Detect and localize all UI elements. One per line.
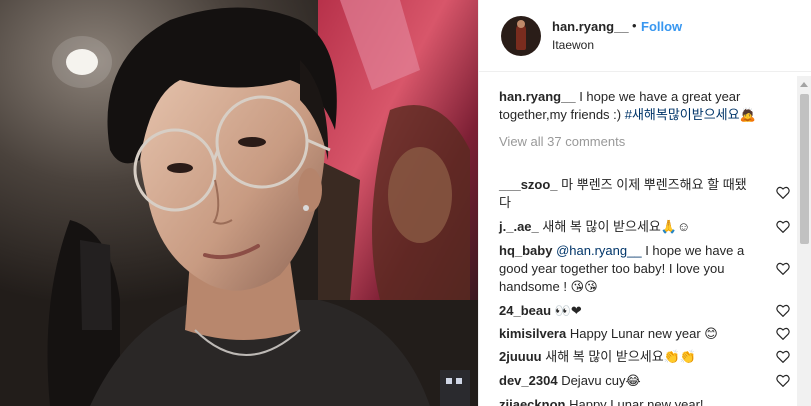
caption-emoji: 🙇	[739, 107, 756, 122]
comment-username[interactable]: dev_2304	[499, 373, 558, 388]
comment-row: ___szoo_ 마 뿌렌즈 이제 뿌렌즈해요 할 때됐다	[499, 176, 790, 212]
heart-icon[interactable]	[776, 220, 790, 233]
location-link[interactable]: Itaewon	[552, 38, 594, 52]
comment-text: Happy Lunar new year 😊	[569, 326, 718, 341]
follow-button[interactable]: Follow	[641, 19, 682, 34]
comment-username[interactable]: ___szoo_	[499, 177, 558, 192]
post-caption: han.ryang__ I hope we have a great year …	[499, 88, 781, 124]
avatar[interactable]	[501, 16, 541, 56]
heart-icon[interactable]	[776, 327, 790, 340]
separator-dot: •	[632, 18, 637, 33]
comment-username[interactable]: 2juuuu	[499, 349, 542, 364]
post-sidebar: han.ryang__ • Follow Itaewon han.ryang__…	[478, 0, 811, 406]
comment-username[interactable]: 24_beau	[499, 303, 551, 318]
comment-username[interactable]: ziiaecknon	[499, 397, 565, 406]
caption-username[interactable]: han.ryang__	[499, 89, 576, 104]
comment-username[interactable]: j._.ae_	[499, 219, 539, 234]
comment-row: j._.ae_ 새해 복 많이 받으세요🙏☺	[499, 218, 790, 236]
heart-icon[interactable]	[776, 186, 790, 199]
comment-username[interactable]: hq_baby	[499, 243, 552, 258]
post-header: han.ryang__ • Follow Itaewon	[479, 0, 811, 72]
heart-icon[interactable]	[776, 350, 790, 363]
comment-text: 👀❤	[554, 303, 582, 318]
comment-row: kimisilvera Happy Lunar new year 😊	[499, 325, 790, 343]
comment-text: Dejavu cuy😂	[561, 373, 641, 388]
comment-row: 24_beau 👀❤	[499, 302, 790, 320]
comment-username[interactable]: kimisilvera	[499, 326, 566, 341]
caption-block: han.ryang__ I hope we have a great year …	[499, 88, 781, 149]
comment-row: ziiaecknon Happy Lunar new year!	[499, 396, 789, 406]
comment-row: 2juuuu 새해 복 많이 받으세요👏👏	[499, 348, 790, 366]
comment-mention[interactable]: @han.ryang__	[556, 243, 641, 258]
selfie-image	[0, 0, 478, 406]
view-all-comments-link[interactable]: View all 37 comments	[499, 134, 781, 149]
comment-row: hq_baby @han.ryang__ I hope we have a go…	[499, 242, 790, 296]
heart-icon[interactable]	[776, 304, 790, 317]
comment-text: 새해 복 많이 받으세요🙏☺	[542, 219, 691, 234]
heart-icon[interactable]	[776, 262, 790, 275]
comment-row: dev_2304 Dejavu cuy😂	[499, 372, 790, 390]
caption-hashtag[interactable]: #새해복많이받으세요	[625, 107, 740, 122]
post-photo[interactable]	[0, 0, 478, 406]
username-link[interactable]: han.ryang__	[552, 19, 629, 34]
heart-icon[interactable]	[776, 374, 790, 387]
scrollbar-thumb[interactable]	[800, 94, 809, 244]
scroll-up-arrow-icon[interactable]	[800, 82, 808, 87]
comments-scrollbar[interactable]	[797, 76, 811, 406]
comment-text: 새해 복 많이 받으세요👏👏	[545, 349, 697, 364]
comment-text: Happy Lunar new year!	[569, 397, 704, 406]
avatar-head	[517, 20, 525, 28]
